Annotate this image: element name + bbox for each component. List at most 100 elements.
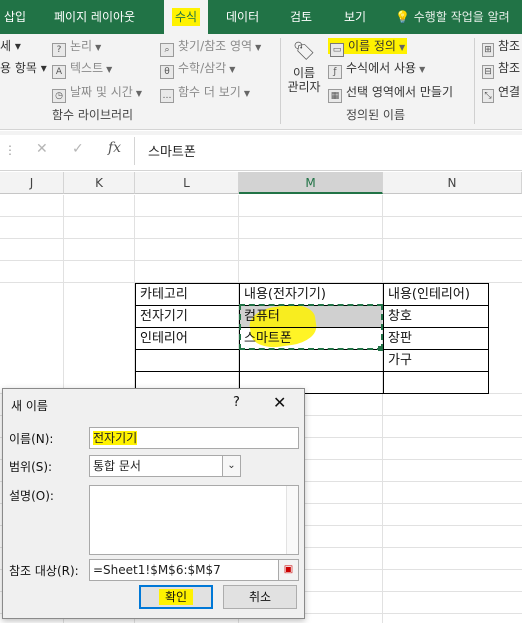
dialog-title: 새 이름	[11, 399, 48, 413]
tell-me-box[interactable]: 💡 수행할 작업을 알려	[395, 0, 510, 34]
cancel-entry-icon[interactable]: ✕	[36, 141, 48, 157]
math-label: 수학/삼각	[178, 61, 227, 75]
ribbon-item-datetime[interactable]: ◷ 날짜 및 시간 ▼	[52, 82, 142, 103]
chevron-down-icon: ▼	[243, 89, 250, 98]
tab-insert[interactable]: 삽입	[4, 0, 26, 34]
scope-label: 범위(S):	[9, 460, 53, 474]
trace-precedents-label: 참조	[498, 39, 521, 53]
name-label: 이름(N):	[9, 432, 54, 446]
selection-marquee	[239, 304, 383, 350]
table-cell-header-category[interactable]: 카테고리	[136, 284, 188, 306]
tab-review[interactable]: 검토	[290, 0, 312, 34]
text-label: 텍스트	[70, 61, 104, 75]
grid-line	[0, 216, 522, 217]
fill-handle[interactable]	[378, 346, 383, 351]
table-cell[interactable]: 장판	[384, 328, 412, 350]
table-cell[interactable]: 창호	[384, 306, 412, 328]
datetime-label: 날짜 및 시간	[70, 85, 133, 99]
ribbon-item-math[interactable]: θ 수학/삼각 ▼	[160, 58, 235, 79]
lookup-label: 찾기/참조 영역	[178, 39, 253, 53]
ribbon-item-more-functions[interactable]: … 함수 더 보기 ▼	[160, 82, 250, 103]
refers-to-value: =Sheet1!$M$6:$M$7	[93, 563, 221, 577]
trace-precedents-button[interactable]: ⊞ 참조	[482, 36, 521, 57]
formula-bar: ⋮ ✕ ✓ fx 스마트폰	[0, 131, 522, 171]
name-manager-button[interactable]: 🏷 이름 관리자	[286, 38, 322, 100]
new-name-dialog: 새 이름 ? ✕ 이름(N): 전자기기 범위(S): 통합 문서 ⌄ 설명(O…	[2, 388, 305, 619]
define-name-icon: ▭	[330, 43, 344, 57]
more-options-icon[interactable]: ⋮	[4, 143, 16, 157]
ribbon-item-logical[interactable]: ? 논리 ▼	[52, 36, 102, 57]
tab-view[interactable]: 보기	[344, 0, 366, 34]
clock-icon: ◷	[52, 89, 66, 103]
ok-button[interactable]: 확인	[139, 585, 213, 609]
table-cell[interactable]: 전자기기	[136, 306, 188, 328]
group-label-function-library: 함수 라이브러리	[52, 108, 134, 122]
tell-me-text: 수행할 작업을 알려	[413, 10, 510, 24]
comment-scrollbar[interactable]	[286, 486, 298, 554]
help-icon[interactable]: ?	[233, 395, 240, 410]
column-header-m[interactable]: M	[239, 172, 383, 194]
name-field[interactable]: 전자기기	[89, 427, 299, 449]
trace-dependents-icon: ⊟	[482, 65, 494, 79]
chevron-down-icon: ▼	[255, 43, 262, 52]
name-field-value: 전자기기	[93, 431, 138, 445]
comment-field[interactable]	[89, 485, 299, 555]
trace-dependents-label: 참조	[498, 61, 521, 75]
ribbon-item-financial[interactable]: 세 ▾	[0, 36, 21, 56]
refers-to-field[interactable]: =Sheet1!$M$6:$M$7 ▣	[89, 559, 299, 581]
more-functions-label: 함수 더 보기	[178, 85, 241, 99]
collapse-dialog-icon[interactable]: ▣	[278, 560, 298, 580]
lookup-icon: ⌕	[160, 43, 174, 57]
group-divider	[280, 38, 281, 124]
define-name-button[interactable]: ▭ 이름 정의 ▼	[328, 36, 408, 57]
create-from-selection-label: 선택 영역에서 만들기	[346, 85, 453, 99]
define-name-highlight: ▭ 이름 정의 ▼	[328, 38, 408, 57]
comment-label: 설명(O):	[9, 489, 54, 503]
ribbon-item-lookup[interactable]: ⌕ 찾기/참조 영역 ▼	[160, 36, 262, 57]
column-header-l[interactable]: L	[135, 172, 239, 194]
table-cell[interactable]: 인테리어	[136, 328, 188, 350]
remove-arrows-icon: ⤡	[482, 89, 494, 103]
remove-arrows-button[interactable]: ⤡ 연결	[482, 82, 521, 103]
tag-icon: 🏷	[292, 41, 316, 62]
tab-formulas[interactable]: 수식	[164, 0, 209, 34]
table-cell-header-interior[interactable]: 내용(인테리어)	[384, 284, 470, 306]
logical-label: 논리	[70, 39, 93, 53]
chevron-down-icon[interactable]: ⌄	[222, 456, 240, 476]
ribbon-item-text[interactable]: A 텍스트 ▼	[52, 58, 113, 79]
chevron-down-icon: ▼	[106, 65, 113, 74]
tab-data[interactable]: 데이터	[226, 0, 259, 34]
scope-select[interactable]: 통합 문서 ⌄	[89, 455, 241, 477]
column-header-j[interactable]: J	[0, 172, 64, 194]
grid-line	[0, 260, 522, 261]
use-in-formula-button[interactable]: ƒ 수식에서 사용 ▼	[328, 58, 425, 79]
create-from-selection-button[interactable]: ▦ 선택 영역에서 만들기	[328, 82, 453, 103]
table-cell[interactable]: 가구	[384, 350, 412, 372]
cancel-button[interactable]: 취소	[223, 585, 297, 609]
column-header-k[interactable]: K	[64, 172, 135, 194]
grid-line	[382, 195, 383, 623]
remove-arrows-label: 연결	[498, 85, 521, 99]
close-icon[interactable]: ✕	[273, 393, 286, 412]
chevron-down-icon: ▼	[95, 43, 102, 52]
formula-input[interactable]: 스마트폰	[148, 141, 196, 160]
insert-function-icon[interactable]: fx	[108, 140, 121, 156]
group-label-defined-names: 정의된 이름	[346, 108, 406, 122]
formula-bar-divider	[134, 137, 135, 165]
confirm-entry-icon[interactable]: ✓	[72, 141, 84, 157]
logical-icon: ?	[52, 43, 66, 57]
trace-dependents-button[interactable]: ⊟ 참조	[482, 58, 521, 79]
ribbon-tab-bar: 삽입 페이지 레이아웃 수식 데이터 검토 보기 💡 수행할 작업을 알려	[0, 0, 522, 34]
name-manager-line2: 관리자	[287, 80, 321, 94]
chevron-down-icon: ▼	[398, 43, 406, 52]
group-divider	[474, 38, 475, 124]
ok-button-label: 확인	[158, 589, 194, 605]
tab-page-layout[interactable]: 페이지 레이아웃	[54, 0, 135, 34]
refers-to-label: 참조 대상(R):	[9, 564, 79, 578]
grid-icon: ▦	[328, 89, 342, 103]
ribbon-item-recent[interactable]: 용 항목 ▾	[0, 58, 47, 78]
table-cell-header-electronics[interactable]: 내용(전자기기)	[240, 284, 326, 306]
column-header-n[interactable]: N	[383, 172, 522, 194]
trace-precedents-icon: ⊞	[482, 43, 494, 57]
table-border	[135, 371, 489, 372]
